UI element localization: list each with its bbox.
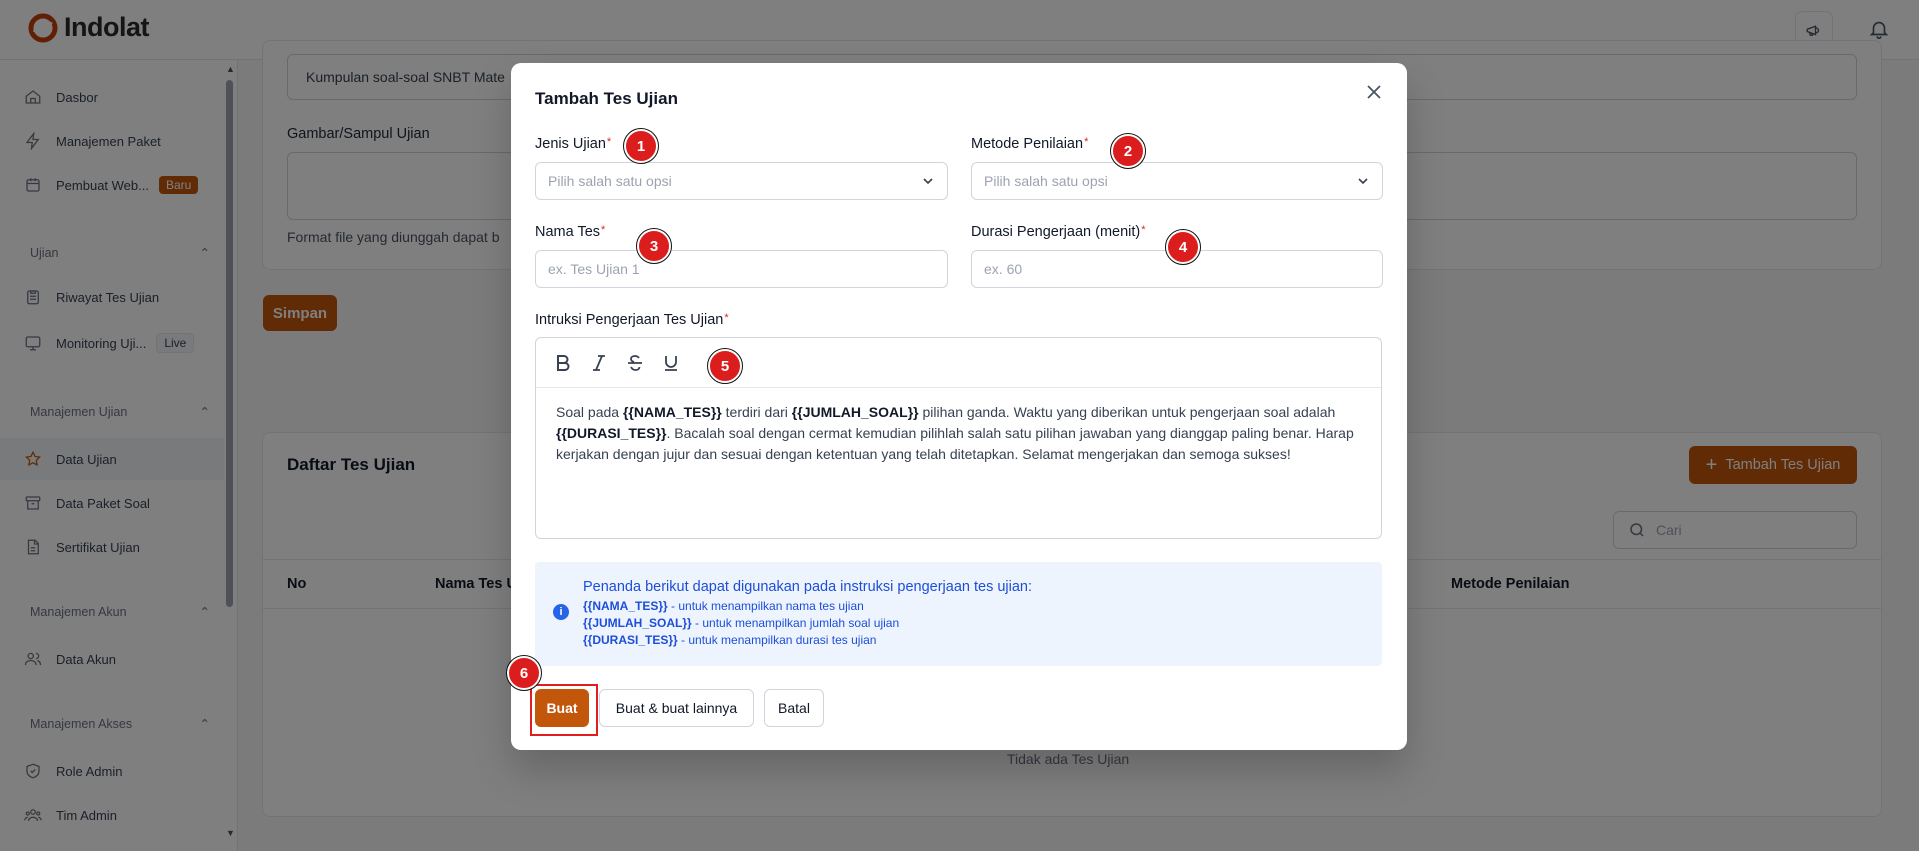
required-mark: *: [1084, 136, 1089, 148]
tag-durasi-tes: {{DURASI_TES}}: [556, 425, 667, 441]
info-line-nama-tes: {{NAMA_TES}} - untuk menampilkan nama te…: [583, 599, 864, 613]
placeholder-info-box: i Penanda berikut dapat digunakan pada i…: [535, 562, 1382, 666]
annotation-marker-1: 1: [623, 128, 659, 164]
editor-content[interactable]: Soal pada {{NAMA_TES}} terdiri dari {{JU…: [536, 388, 1381, 479]
nama-tes-label-text: Nama Tes: [535, 224, 601, 240]
strikethrough-icon: [628, 354, 642, 371]
metode-penilaian-label-text: Metode Penilaian: [971, 136, 1084, 152]
italic-icon: [593, 354, 605, 371]
underline-icon: [665, 355, 677, 371]
create-button-highlight: [530, 684, 598, 736]
jenis-ujian-placeholder: Pilih salah satu opsi: [548, 173, 672, 189]
chevron-down-icon: [923, 178, 933, 185]
info-tag: {{DURASI_TES}}: [583, 633, 678, 647]
durasi-label-text: Durasi Pengerjaan (menit): [971, 224, 1141, 240]
info-tag: {{NAMA_TES}}: [583, 599, 668, 613]
editor-text: pilihan ganda. Waktu yang diberikan untu…: [918, 404, 1336, 420]
info-icon: i: [553, 604, 569, 620]
tag-nama-tes: {{NAMA_TES}}: [622, 404, 722, 420]
cancel-button[interactable]: Batal: [764, 689, 824, 727]
nama-tes-label: Nama Tes*: [535, 224, 605, 240]
modal-title: Tambah Tes Ujian: [535, 89, 678, 108]
instruction-editor: Soal pada {{NAMA_TES}} terdiri dari {{JU…: [535, 337, 1382, 539]
editor-toolbar: [536, 338, 1381, 388]
metode-penilaian-label: Metode Penilaian*: [971, 136, 1088, 152]
italic-button[interactable]: [588, 352, 610, 374]
nama-tes-placeholder: ex. Tes Ujian 1: [548, 261, 640, 277]
jenis-ujian-label-text: Jenis Ujian: [535, 136, 606, 152]
editor-text: Soal pada: [556, 404, 623, 420]
close-icon: [1367, 85, 1381, 99]
add-test-modal: Tambah Tes Ujian Jenis Ujian* Pilih sala…: [511, 63, 1407, 750]
create-and-more-button[interactable]: Buat & buat lainnya: [599, 689, 754, 727]
annotation-marker-6: 6: [506, 655, 542, 691]
editor-text: terdiri dari: [721, 404, 792, 420]
durasi-placeholder: ex. 60: [984, 261, 1023, 277]
nama-tes-input[interactable]: ex. Tes Ujian 1: [535, 250, 948, 288]
annotation-marker-5: 5: [707, 348, 743, 384]
instruksi-label-text: Intruksi Pengerjaan Tes Ujian: [535, 312, 724, 328]
close-button[interactable]: [1361, 79, 1387, 105]
annotation-marker-4: 4: [1165, 229, 1201, 265]
editor-text: . Bacalah soal dengan cermat kemudian pi…: [556, 425, 1354, 462]
info-desc: - untuk menampilkan jumlah soal ujian: [691, 616, 900, 630]
info-line-jumlah-soal: {{JUMLAH_SOAL}} - untuk menampilkan juml…: [583, 616, 899, 630]
instruksi-label: Intruksi Pengerjaan Tes Ujian*: [535, 312, 729, 328]
jenis-ujian-select[interactable]: Pilih salah satu opsi: [535, 162, 948, 200]
metode-penilaian-placeholder: Pilih salah satu opsi: [984, 173, 1108, 189]
strikethrough-button[interactable]: [624, 352, 646, 374]
info-tag: {{JUMLAH_SOAL}}: [583, 616, 692, 630]
info-title: Penanda berikut dapat digunakan pada ins…: [583, 579, 1033, 595]
durasi-label: Durasi Pengerjaan (menit)*: [971, 224, 1146, 240]
underline-button[interactable]: [660, 352, 682, 374]
bold-button[interactable]: [552, 352, 574, 374]
required-mark: *: [1141, 224, 1146, 236]
chevron-down-icon: [1358, 178, 1368, 185]
required-mark: *: [724, 312, 729, 324]
bold-icon: [557, 354, 570, 371]
info-line-durasi-tes: {{DURASI_TES}} - untuk menampilkan duras…: [583, 633, 876, 647]
info-desc: - untuk menampilkan nama tes ujian: [667, 599, 864, 613]
info-desc: - untuk menampilkan durasi tes ujian: [677, 633, 877, 647]
jenis-ujian-label: Jenis Ujian*: [535, 136, 611, 152]
annotation-marker-3: 3: [636, 228, 672, 264]
required-mark: *: [606, 136, 612, 148]
required-mark: *: [601, 224, 606, 236]
metode-penilaian-select[interactable]: Pilih salah satu opsi: [971, 162, 1383, 200]
annotation-marker-2: 2: [1110, 133, 1146, 169]
tag-jumlah-soal: {{JUMLAH_SOAL}}: [791, 404, 919, 420]
